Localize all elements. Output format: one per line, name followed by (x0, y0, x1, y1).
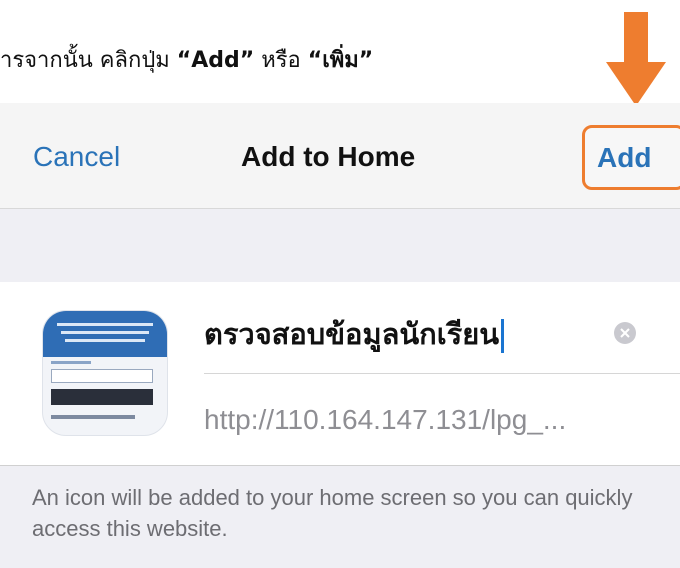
footer-text: An icon will be added to your home scree… (32, 485, 633, 541)
instruction-middle: หรือ (254, 48, 308, 73)
clear-icon[interactable] (614, 322, 636, 344)
down-arrow-icon (606, 12, 666, 106)
cancel-button[interactable]: Cancel (33, 141, 120, 173)
shortcut-name-field[interactable]: ตรวจสอบข้อมูลนักเรียน (204, 311, 505, 357)
website-thumbnail (42, 310, 168, 436)
page-title: Add to Home (241, 141, 416, 172)
shortcut-url: http://110.164.147.131/lpg_... (204, 404, 567, 435)
instruction-text: ารจากนั้น คลิกปุ่ม “Add” หรือ “เพิ่ม” (0, 42, 373, 77)
shortcut-card: ตรวจสอบข้อมูลนักเรียน http://110.164.147… (0, 282, 680, 466)
text-cursor (501, 319, 505, 353)
shortcut-name-value: ตรวจสอบข้อมูลนักเรียน (204, 317, 500, 351)
add-button-label: Add (597, 142, 652, 173)
navigation-bar: Cancel Add to Home Add (0, 103, 680, 209)
thumbnail-line (65, 339, 145, 342)
footer-note: An icon will be added to your home scree… (0, 466, 680, 568)
thumbnail-label (51, 361, 91, 364)
thumbnail-line (57, 323, 153, 326)
instruction-add: “Add” (176, 48, 255, 73)
section-spacer (0, 209, 680, 282)
instruction-add-thai: “เพิ่ม” (307, 48, 374, 73)
instruction-prefix: ารจากนั้น คลิกปุ่ม (0, 48, 177, 73)
thumbnail-input (51, 369, 153, 383)
thumbnail-footer (51, 415, 135, 419)
thumbnail-header (43, 311, 167, 357)
field-divider (204, 373, 680, 374)
thumbnail-line (61, 331, 149, 334)
thumbnail-button (51, 389, 153, 405)
add-button[interactable]: Add (582, 125, 680, 190)
